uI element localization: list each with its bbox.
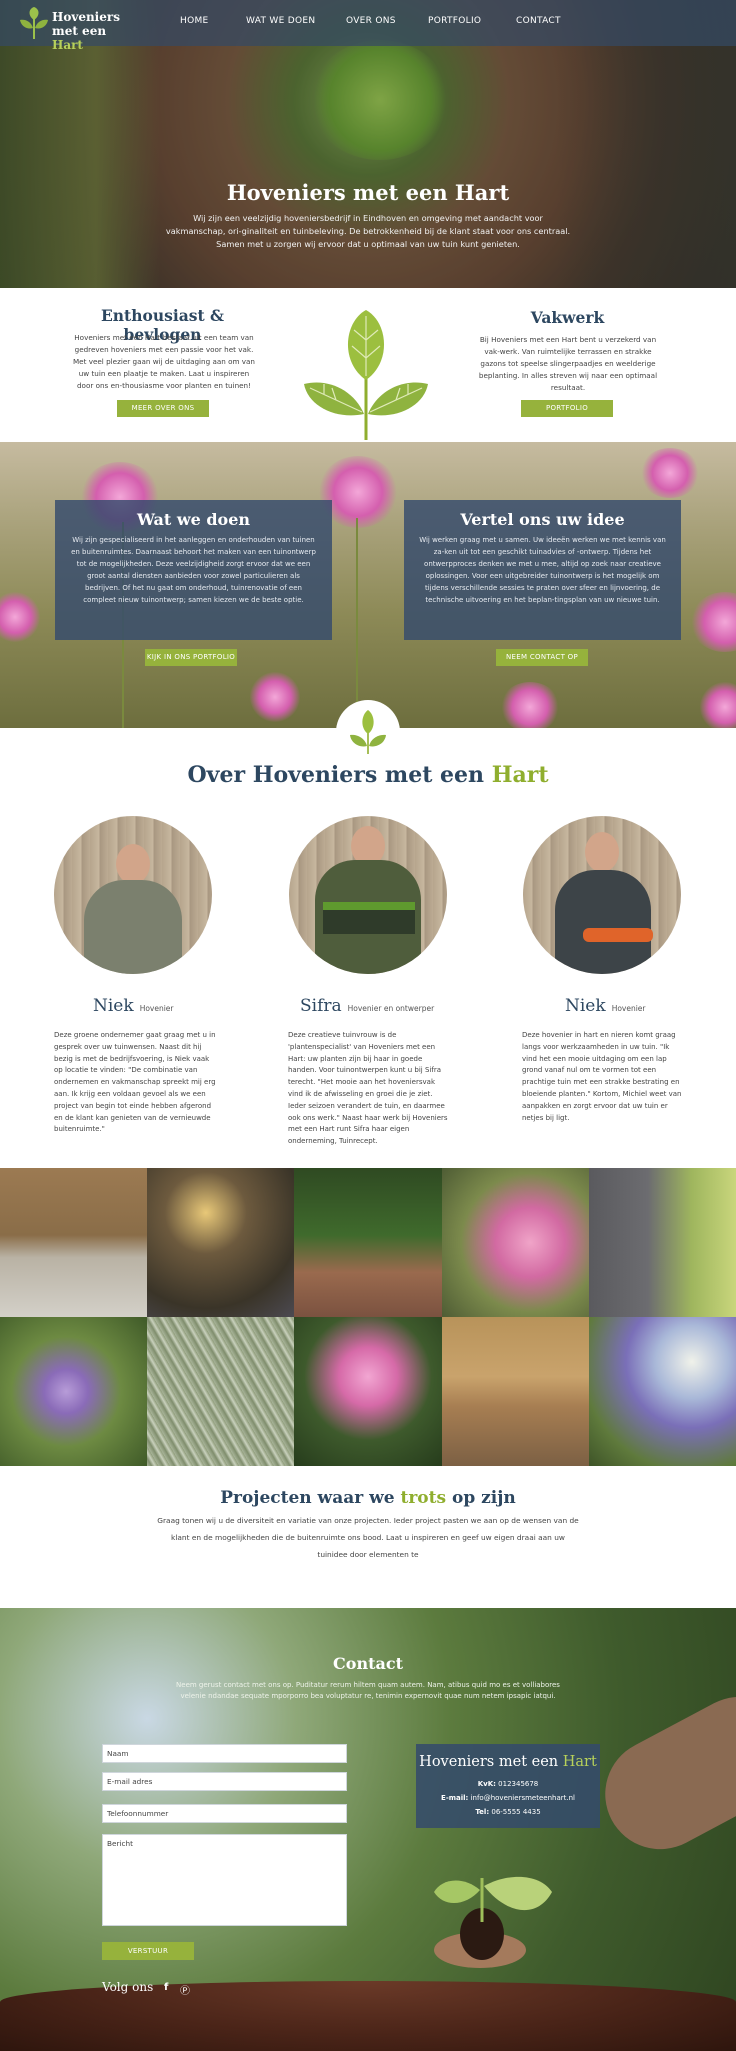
facebook-icon[interactable]: f [164,1982,168,1993]
nav-home[interactable]: HOME [180,16,246,26]
email-field[interactable]: E-mail adres [102,1772,347,1791]
projects-text: Graag tonen wij u de diversiteit en vari… [157,1516,579,1559]
team-name-2: Sifra Hovenier en ontwerper [300,996,435,1016]
gallery-tile-7[interactable] [147,1317,295,1466]
leaf-logo-icon [20,7,48,39]
gallery-tile-6[interactable] [0,1317,148,1466]
hero-subtitle: Wij zijn een veelzijdig hoveniersbedrijf… [165,213,571,249]
logo-line1: Hoveniers [52,10,120,24]
portrait-niek-1 [54,816,212,974]
vertel-ons-text: Wij werken graag met u samen. Uw ideeën … [419,536,666,604]
intro-right-title: Vakwerk [530,308,605,327]
intro-right-text: Bij Hoveniers met een Hart bent u verzek… [478,335,658,392]
gallery-tile-10[interactable] [588,1317,736,1466]
vertel-ons-panel: Vertel ons uw idee Wij werken graag met … [404,500,681,640]
card-tel: Tel: 06-5555 4435 [475,1808,541,1816]
card-title: Hoveniers met een Hart [419,1754,597,1770]
team-bio-3: Deze hovenier in hart en nieren komt gra… [522,1031,682,1122]
project-gallery [0,1168,736,1466]
team-bio-1: Deze groene ondernemer gaat graag met u … [54,1031,216,1134]
card-email: E-mail: info@hoveniersmeteenhart.nl [441,1794,575,1802]
logo[interactable]: Hoveniers met een Hart [18,6,128,52]
neem-contact-op-button[interactable]: NEEM CONTACT OP [496,649,588,666]
contact-title: Contact [333,1654,403,1673]
nav-contact[interactable]: CONTACT [516,16,576,26]
leaf-badge [336,700,400,764]
gallery-tile-9[interactable] [441,1317,589,1466]
kijk-in-ons-portfolio-button[interactable]: KIJK IN ONS PORTFOLIO [145,649,237,666]
nav-portfolio[interactable]: PORTFOLIO [428,16,516,26]
main-nav: HOME WAT WE DOEN OVER ONS PORTFOLIO CONT… [180,16,576,26]
services-section: Wat we doen Wij zijn gespecialiseerd in … [0,442,736,728]
projects-title: Projecten waar we trots op zijn [220,1488,516,1508]
gallery-tile-5[interactable] [588,1168,736,1317]
team-role-2: Hovenier en ontwerper [347,1004,435,1013]
contact-background-arm [585,1677,736,1869]
name-field[interactable]: Naam [102,1744,347,1763]
hero-title: Hoveniers met een Hart [226,180,510,205]
about-title: Over Hoveniers met een Hart [187,762,549,788]
logo-hart: Hart [52,38,83,52]
phone-field[interactable]: Telefoonnummer [102,1804,347,1823]
wat-we-doen-panel: Wat we doen Wij zijn gespecialiseerd in … [55,500,332,640]
gallery-tile-8[interactable] [294,1317,442,1466]
logo-line2: met een [52,24,107,38]
meer-over-ons-button[interactable]: MEER OVER ONS [117,400,209,417]
send-button[interactable]: VERSTUUR [102,1942,194,1960]
portrait-sifra [289,816,447,974]
contact-section: Contact Neem gerust contact met ons op. … [0,1608,736,2051]
seedling-hand-image [434,1876,552,1968]
gallery-tile-3[interactable] [294,1168,442,1317]
message-field[interactable]: Bericht [102,1834,347,1926]
nav-over-ons[interactable]: OVER ONS [346,16,428,26]
nav-wat-we-doen[interactable]: WAT WE DOEN [246,16,346,26]
gallery-tile-4[interactable] [441,1168,589,1317]
pinterest-icon[interactable]: Ⓟ [180,1982,190,1997]
gallery-tile-2[interactable] [147,1168,295,1317]
large-leaf-icon [304,310,428,440]
team-name-3: Niek Hovenier [565,996,646,1016]
gallery-tile-1[interactable] [0,1168,148,1317]
contact-card: Hoveniers met een Hart KvK: 012345678 E-… [416,1744,600,1828]
badge-leaf-icon [350,710,386,754]
team-role-1: Hovenier [139,1004,174,1013]
team-role-3: Hovenier [611,1004,646,1013]
wat-we-doen-title: Wat we doen [136,510,251,529]
navigation-bar: Hoveniers met een Hart HOME WAT WE DOEN … [0,0,736,52]
card-kvk: KvK: 012345678 [477,1780,539,1788]
vertel-ons-title: Vertel ons uw idee [460,510,625,529]
portrait-niek-2 [523,816,681,974]
wat-we-doen-text: Wij zijn gespecialiseerd in het aanlegge… [71,536,316,604]
contact-subtitle: Neem gerust contact met ons op. Puditatu… [176,1681,560,1700]
team-name-1: Niek Hovenier [93,996,174,1016]
team-bio-2: Deze creatieve tuinvrouw is de 'plantens… [288,1031,448,1146]
follow-us-label: Volg ons [102,1980,154,1994]
portfolio-button[interactable]: PORTFOLIO [521,400,613,417]
intro-left-text: Hoveniers met een Hart bestaat uit een t… [72,333,255,390]
